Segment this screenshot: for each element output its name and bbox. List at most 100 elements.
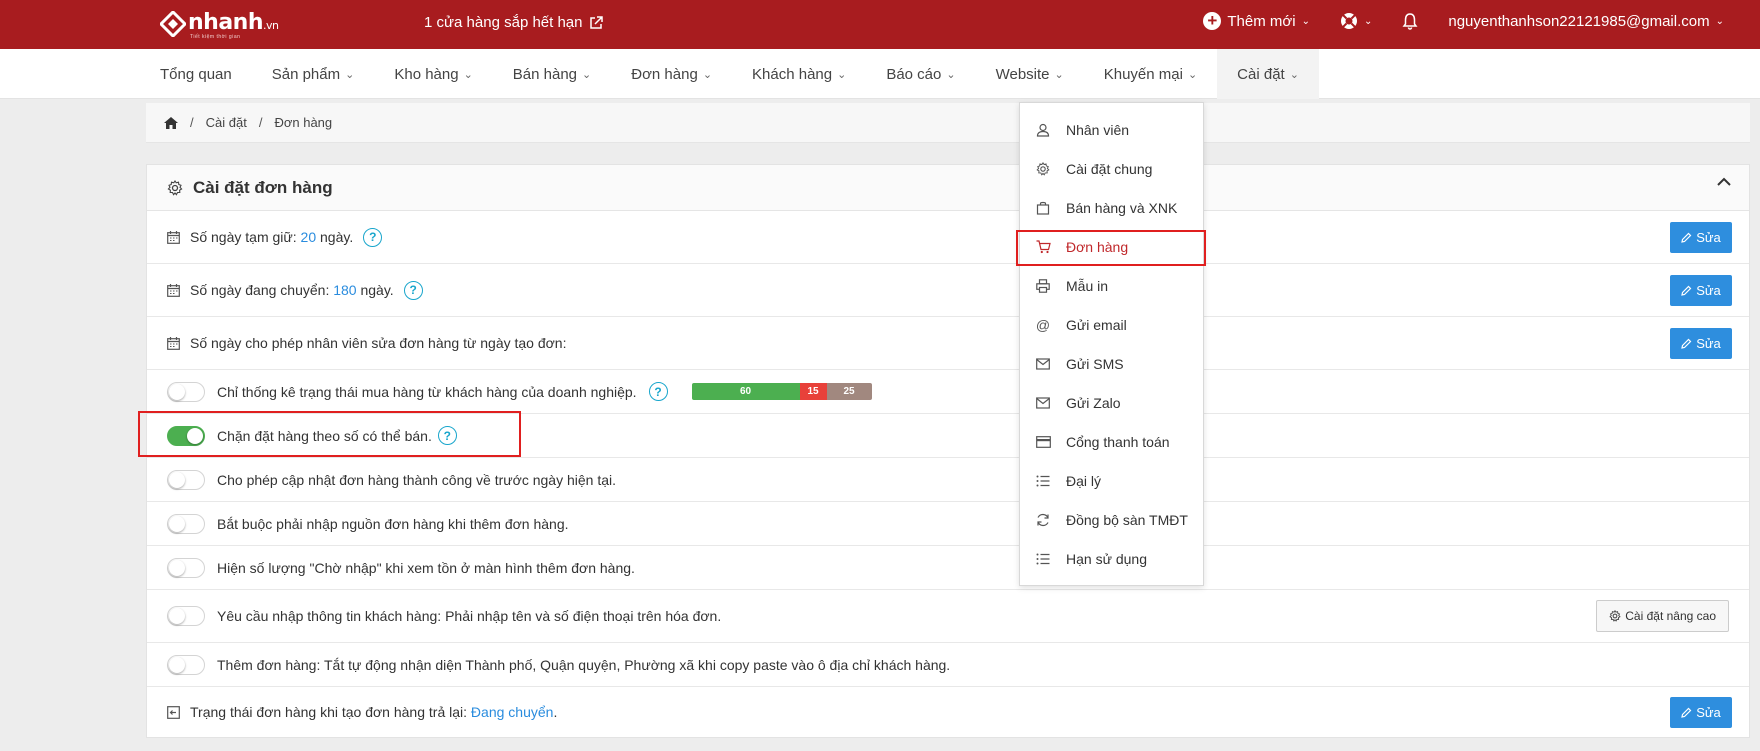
menu-item-staff[interactable]: Nhân viên: [1020, 110, 1203, 149]
nav-item-website[interactable]: Website ⌄: [976, 49, 1084, 99]
breadcrumb-settings[interactable]: Cài đặt: [206, 115, 247, 130]
add-new-label: Thêm mới: [1227, 12, 1296, 30]
return-status-link[interactable]: Đang chuyển: [471, 704, 554, 720]
menu-item-sync-ecommerce[interactable]: Đồng bộ sàn TMĐT: [1020, 500, 1203, 539]
menu-item-payment-gateway[interactable]: Cổng thanh toán: [1020, 422, 1203, 461]
nav-item-overview[interactable]: Tổng quan: [140, 49, 252, 99]
chevron-down-icon: ⌄: [463, 68, 473, 81]
logo-text: nhanh.vn: [188, 9, 279, 35]
home-icon[interactable]: [164, 116, 178, 129]
setting-row-auto-detect: Thêm đơn hàng: Tắt tự động nhận diện Thà…: [147, 643, 1749, 687]
edit-shipping-days-button[interactable]: Sửa: [1670, 274, 1732, 306]
chevron-down-icon: ⌄: [1715, 15, 1724, 27]
nav-item-customers[interactable]: Khách hàng ⌄: [732, 49, 866, 99]
top-right-actions: + Thêm mới ⌄ ⌄ nguyenthanhson22121985@gm…: [1203, 12, 1724, 30]
top-bar: nhanh.vn Tiết kiệm thời gian 1 cửa hàng …: [0, 0, 1760, 49]
edit-edit-days-button[interactable]: Sửa: [1670, 327, 1732, 359]
nav-item-label: Khách hàng: [752, 65, 833, 83]
chevron-up-icon[interactable]: [1717, 177, 1731, 187]
nav-item-sales[interactable]: Bán hàng ⌄: [493, 49, 611, 99]
logo[interactable]: nhanh.vn Tiết kiệm thời gian: [160, 9, 279, 40]
menu-item-label: Gửi SMS: [1066, 355, 1124, 372]
help-menu-button[interactable]: ⌄: [1340, 12, 1372, 30]
nav-item-orders[interactable]: Đơn hàng ⌄: [611, 49, 732, 99]
nav-item-settings[interactable]: Cài đặt ⌄: [1217, 49, 1319, 99]
logo-tagline: Tiết kiệm thời gian: [190, 34, 241, 40]
breadcrumb-orders: Đơn hàng: [274, 115, 333, 130]
menu-item-agents[interactable]: Đại lý: [1020, 461, 1203, 500]
menu-item-print-templates[interactable]: Mẫu in: [1020, 266, 1203, 305]
advanced-settings-button[interactable]: Cài đặt nâng cao: [1596, 600, 1729, 632]
sync-icon: [1034, 513, 1052, 527]
add-new-button[interactable]: + Thêm mới ⌄: [1203, 12, 1310, 30]
low-stock-link[interactable]: 1 cửa hàng sắp hết hạn: [424, 14, 603, 31]
shipping-days-value: 180: [333, 282, 357, 298]
chevron-down-icon: ⌄: [1289, 68, 1299, 81]
show-pending-label: Hiện số lượng "Chờ nhập" khi xem tồn ở m…: [217, 559, 635, 576]
allow-update-toggle[interactable]: [167, 469, 205, 490]
external-link-icon: [589, 15, 603, 29]
period: .: [553, 704, 558, 720]
setting-row-require-source: Bắt buộc phải nhập nguồn đơn hàng khi th…: [147, 502, 1749, 546]
edit-hold-days-button[interactable]: Sửa: [1670, 221, 1732, 253]
menu-item-label: Cổng thanh toán: [1066, 433, 1170, 450]
help-icon[interactable]: ?: [403, 280, 423, 300]
calendar-icon: [167, 283, 180, 297]
setting-row-show-pending: Hiện số lượng "Chờ nhập" khi xem tồn ở m…: [147, 546, 1749, 590]
show-pending-toggle[interactable]: [167, 557, 205, 578]
setting-row-require-customer: Yêu cầu nhập thông tin khách hàng: Phải …: [147, 590, 1749, 643]
lifebuoy-icon: [1340, 13, 1357, 29]
gear-icon: [1034, 161, 1052, 176]
list-icon: [1034, 475, 1052, 487]
nav-item-label: Website: [995, 65, 1050, 83]
allow-update-label: Cho phép cập nhật đơn hàng thành công về…: [217, 471, 617, 488]
menu-item-expiry[interactable]: Hạn sử dụng: [1020, 539, 1203, 578]
nav-item-inventory[interactable]: Kho hàng ⌄: [374, 49, 492, 99]
user-email: nguyenthanhson22121985@gmail.com: [1448, 12, 1710, 30]
low-stock-text: 1 cửa hàng sắp hết hạn: [424, 14, 583, 31]
menu-item-sales-xnk[interactable]: Bán hàng và XNK: [1020, 188, 1203, 227]
menu-item-send-zalo[interactable]: Gửi Zalo: [1020, 383, 1203, 422]
bell-icon: [1402, 13, 1418, 30]
hold-days-value: 20: [300, 229, 317, 245]
nav-item-label: Khuyến mại: [1103, 65, 1183, 83]
setting-row-shipping-days: Số ngày đang chuyển: 180 ngày. ? Sửa: [147, 264, 1749, 317]
plus-circle-icon: +: [1203, 12, 1222, 30]
shipping-days-prefix: Số ngày đang chuyển:: [190, 282, 330, 298]
setting-row-allow-update: Cho phép cập nhật đơn hàng thành công về…: [147, 458, 1749, 502]
auto-detect-toggle[interactable]: [167, 654, 205, 675]
require-source-toggle[interactable]: [167, 513, 205, 534]
edit-days-label: Số ngày cho phép nhân viên sửa đơn hàng …: [190, 335, 567, 351]
gear-icon: [167, 179, 183, 196]
logo-mark-icon: [160, 11, 186, 37]
help-icon[interactable]: ?: [648, 382, 668, 401]
setting-row-stat-status: Chỉ thống kê trạng thái mua hàng từ khác…: [147, 370, 1749, 414]
require-customer-toggle[interactable]: [167, 606, 205, 626]
chevron-down-icon: ⌄: [946, 68, 956, 81]
menu-item-send-email[interactable]: @ Gửi email: [1020, 305, 1203, 344]
menu-item-send-sms[interactable]: Gửi SMS: [1020, 344, 1203, 383]
stat-status-toggle[interactable]: [167, 381, 205, 402]
gear-icon: [1609, 610, 1621, 622]
sign-in-icon: [167, 705, 180, 719]
nav-item-promotions[interactable]: Khuyến mại ⌄: [1084, 49, 1217, 99]
help-icon[interactable]: ?: [363, 227, 383, 247]
setting-row-hold-days: Số ngày tạm giữ: 20 ngày. ? Sửa: [147, 211, 1749, 264]
pencil-icon: [1681, 285, 1692, 296]
printer-icon: [1034, 278, 1052, 293]
menu-item-label: Gửi Zalo: [1066, 394, 1121, 411]
pencil-icon: [1681, 338, 1692, 349]
nav-item-label: Cài đặt: [1237, 65, 1285, 83]
notifications-button[interactable]: [1402, 12, 1418, 30]
nav-item-products[interactable]: Sản phẩm ⌄: [252, 49, 375, 99]
edit-button-label: Sửa: [1696, 335, 1721, 351]
menu-item-label: Gửi email: [1066, 316, 1127, 333]
menu-item-general-settings[interactable]: Cài đặt chung: [1020, 149, 1203, 188]
user-menu[interactable]: nguyenthanhson22121985@gmail.com ⌄: [1448, 13, 1724, 30]
chevron-down-icon: ⌄: [345, 68, 355, 81]
edit-return-status-button[interactable]: Sửa: [1670, 696, 1732, 728]
nav-item-reports[interactable]: Báo cáo ⌄: [866, 49, 975, 99]
nav-item-label: Bán hàng: [512, 65, 578, 83]
calendar-icon: [167, 336, 180, 350]
settings-dropdown-menu: Nhân viên Cài đặt chung Bán hàng và XNK …: [1019, 102, 1204, 586]
